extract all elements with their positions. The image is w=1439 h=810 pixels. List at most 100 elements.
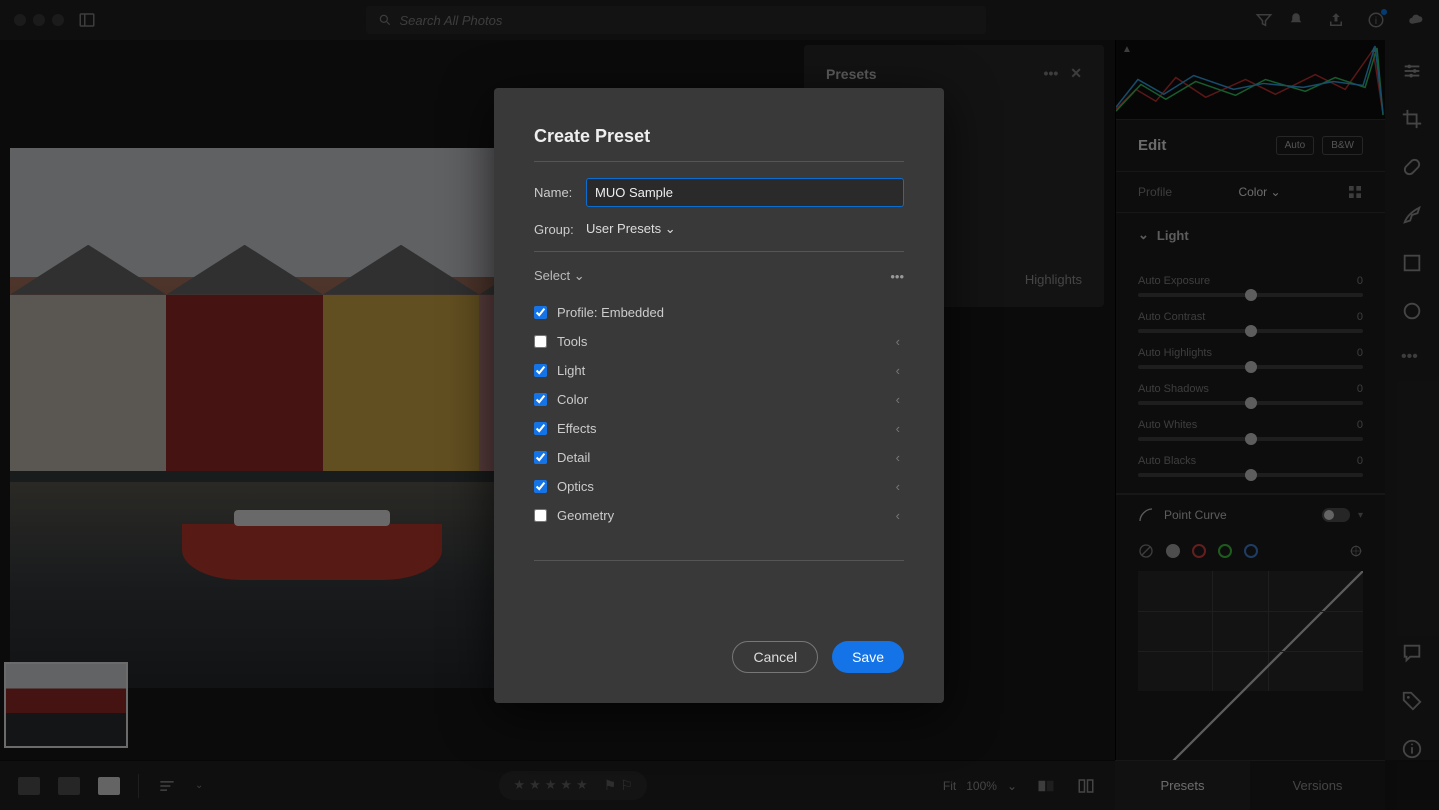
share-icon[interactable] xyxy=(1327,11,1345,29)
target-icon[interactable] xyxy=(1349,544,1363,558)
close-dot[interactable] xyxy=(14,14,26,26)
option-checkbox[interactable] xyxy=(534,306,547,319)
chevron-left-icon[interactable]: ‹ xyxy=(896,421,900,436)
slider-knob[interactable] xyxy=(1245,289,1257,301)
parametric-icon[interactable] xyxy=(1138,543,1154,559)
max-dot[interactable] xyxy=(52,14,64,26)
histogram[interactable]: ▲ ▲ xyxy=(1116,40,1385,120)
flag-reject-icon[interactable]: ⚐ xyxy=(620,777,633,794)
channel-luma[interactable] xyxy=(1166,544,1180,558)
curve-graph[interactable] xyxy=(1138,571,1363,691)
option-checkbox[interactable] xyxy=(534,480,547,493)
preset-option[interactable]: Profile: Embedded xyxy=(534,298,904,327)
grid-small-icon[interactable] xyxy=(18,777,40,795)
auto-button[interactable]: Auto xyxy=(1276,136,1315,155)
window-controls xyxy=(14,14,64,26)
star-icon[interactable]: ★ xyxy=(576,777,588,794)
chevron-down-icon[interactable]: ⌄ xyxy=(195,780,203,791)
channel-red[interactable] xyxy=(1192,544,1206,558)
option-checkbox[interactable] xyxy=(534,364,547,377)
slider-knob[interactable] xyxy=(1245,325,1257,337)
chevron-left-icon[interactable]: ‹ xyxy=(896,450,900,465)
compare-icon[interactable] xyxy=(1075,777,1097,795)
star-icon[interactable]: ★ xyxy=(529,777,541,794)
sort-icon[interactable] xyxy=(157,776,177,796)
close-icon[interactable]: ✕ xyxy=(1070,65,1082,82)
comment-icon[interactable] xyxy=(1401,642,1423,664)
grid-large-icon[interactable] xyxy=(58,777,80,795)
filter-icon[interactable] xyxy=(1255,11,1273,29)
cloud-icon[interactable] xyxy=(1407,11,1425,29)
star-icon[interactable]: ★ xyxy=(513,777,525,794)
slider-track[interactable] xyxy=(1138,293,1363,297)
min-dot[interactable] xyxy=(33,14,45,26)
name-input[interactable] xyxy=(586,178,904,207)
search-input[interactable]: Search All Photos xyxy=(366,6,986,34)
crop-icon[interactable] xyxy=(1401,108,1423,130)
option-checkbox[interactable] xyxy=(534,393,547,406)
panel-icon[interactable] xyxy=(78,11,96,29)
grid-icon[interactable] xyxy=(1347,184,1363,200)
more-icon[interactable]: ••• xyxy=(1401,348,1423,370)
bw-button[interactable]: B&W xyxy=(1322,136,1363,155)
linear-grad-icon[interactable] xyxy=(1401,252,1423,274)
heal-icon[interactable] xyxy=(1401,156,1423,178)
radial-grad-icon[interactable] xyxy=(1401,300,1423,322)
slider-knob[interactable] xyxy=(1245,397,1257,409)
select-dropdown[interactable]: Select ⌄ xyxy=(534,268,585,284)
info-icon[interactable] xyxy=(1401,738,1423,760)
thumbnail[interactable] xyxy=(4,662,128,748)
option-checkbox[interactable] xyxy=(534,509,547,522)
more-icon[interactable]: ••• xyxy=(890,269,904,284)
zoom-value[interactable]: 100% xyxy=(966,779,997,793)
point-curve-toggle[interactable] xyxy=(1322,508,1350,522)
save-button[interactable]: Save xyxy=(832,641,904,673)
preset-option[interactable]: Geometry ‹ xyxy=(534,501,904,530)
slider-knob[interactable] xyxy=(1245,361,1257,373)
more-icon[interactable]: ••• xyxy=(1044,65,1059,82)
tab-presets[interactable]: Presets xyxy=(1115,761,1250,810)
chevron-left-icon[interactable]: ‹ xyxy=(896,392,900,407)
help-icon[interactable]: i xyxy=(1367,11,1385,29)
channel-blue[interactable] xyxy=(1244,544,1258,558)
option-checkbox[interactable] xyxy=(534,422,547,435)
slider-track[interactable] xyxy=(1138,365,1363,369)
brush-icon[interactable] xyxy=(1401,204,1423,226)
chevron-down-icon[interactable]: ⌄ xyxy=(1007,779,1017,793)
option-checkbox[interactable] xyxy=(534,451,547,464)
chevron-down-icon[interactable]: ▾ xyxy=(1358,510,1363,521)
star-rating[interactable]: ★ ★ ★ ★ ★ ⚑ ⚐ xyxy=(499,771,646,800)
chevron-left-icon[interactable]: ‹ xyxy=(896,334,900,349)
section-light[interactable]: ⌄ Light xyxy=(1116,213,1385,257)
preset-option[interactable]: Optics ‹ xyxy=(534,472,904,501)
preset-option[interactable]: Color ‹ xyxy=(534,385,904,414)
slider-track[interactable] xyxy=(1138,401,1363,405)
chevron-left-icon[interactable]: ‹ xyxy=(896,363,900,378)
fit-label[interactable]: Fit xyxy=(943,779,956,793)
preset-option[interactable]: Light ‹ xyxy=(534,356,904,385)
cancel-button[interactable]: Cancel xyxy=(732,641,818,673)
preset-option[interactable]: Tools ‹ xyxy=(534,327,904,356)
slider-knob[interactable] xyxy=(1245,433,1257,445)
preset-option[interactable]: Effects ‹ xyxy=(534,414,904,443)
bell-icon[interactable] xyxy=(1287,11,1305,29)
slider-knob[interactable] xyxy=(1245,469,1257,481)
star-icon[interactable]: ★ xyxy=(560,777,572,794)
slider-track[interactable] xyxy=(1138,329,1363,333)
slider-track[interactable] xyxy=(1138,473,1363,477)
chevron-left-icon[interactable]: ‹ xyxy=(896,479,900,494)
single-view-icon[interactable] xyxy=(98,777,120,795)
group-dropdown[interactable]: User Presets ⌄ xyxy=(586,221,676,237)
preset-option[interactable]: Detail ‹ xyxy=(534,443,904,472)
chevron-left-icon[interactable]: ‹ xyxy=(896,508,900,523)
flag-pick-icon[interactable]: ⚑ xyxy=(604,777,617,794)
option-checkbox[interactable] xyxy=(534,335,547,348)
star-icon[interactable]: ★ xyxy=(545,777,557,794)
slider-track[interactable] xyxy=(1138,437,1363,441)
tag-icon[interactable] xyxy=(1401,690,1423,712)
channel-green[interactable] xyxy=(1218,544,1232,558)
before-after-icon[interactable] xyxy=(1035,777,1057,795)
profile-value[interactable]: Color ⌄ xyxy=(1238,185,1280,199)
adjust-icon[interactable] xyxy=(1401,60,1423,82)
tab-versions[interactable]: Versions xyxy=(1250,761,1385,810)
